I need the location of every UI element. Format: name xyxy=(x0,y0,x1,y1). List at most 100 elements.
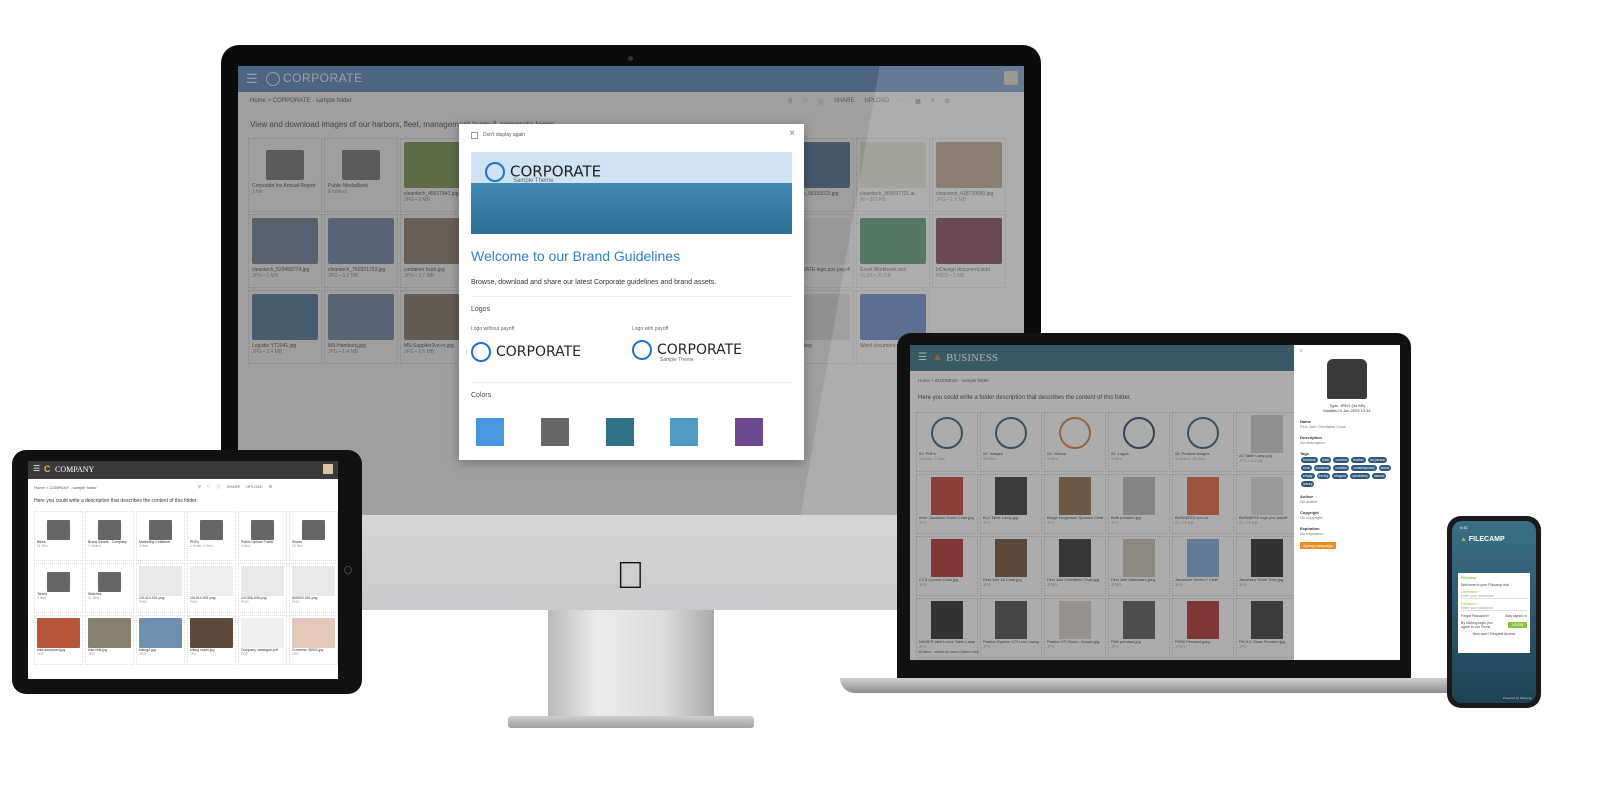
color-swatch[interactable] xyxy=(670,418,698,446)
file-tile[interactable]: Brand Assets - Company 2 folders xyxy=(85,511,134,561)
hamburger-menu-icon[interactable]: ☰ xyxy=(33,464,40,473)
tag-chip[interactable]: luxury xyxy=(1301,481,1315,487)
tag-chip[interactable]: no person xyxy=(1367,457,1388,463)
file-tile[interactable]: Marketing Collateral 3 files xyxy=(136,511,185,561)
file-preview[interactable] xyxy=(1327,359,1367,399)
heart-icon[interactable]: ♡ xyxy=(207,484,211,490)
phone-screen: 9:41 ▲ FILECAMP Filecamp Welcome to your… xyxy=(1452,521,1536,703)
file-meta: JPG xyxy=(292,652,299,656)
avatar[interactable] xyxy=(323,464,333,474)
share-button[interactable]: SHARE xyxy=(227,484,241,490)
breadcrumb[interactable]: Home > COMPANY - sample folder xyxy=(34,485,97,490)
tag-chip[interactable]: comfort xyxy=(1333,457,1350,463)
name-value[interactable]: Finn Juhl Chieftains Chair xyxy=(1300,424,1394,429)
tag-chip[interactable]: armchair xyxy=(1313,465,1332,471)
logo-icon xyxy=(485,162,505,182)
password-input[interactable]: Enter your password xyxy=(1461,606,1527,611)
username-input[interactable]: Enter your username xyxy=(1461,594,1527,599)
color-swatch[interactable] xyxy=(606,418,634,446)
file-meta: 4 files xyxy=(37,596,47,600)
company-logo-icon: C xyxy=(44,464,51,474)
stay-signed-in-checkbox[interactable]: Stay signed in xyxy=(1505,614,1527,618)
color-swatch[interactable] xyxy=(541,418,569,446)
tag-chip[interactable]: cushion xyxy=(1333,465,1350,471)
file-tile[interactable]: 101306-006.png PNG xyxy=(238,563,287,613)
welcome-text: Welcome to your Filecamp trial xyxy=(1461,583,1509,587)
settings-icon[interactable]: ⚙ xyxy=(269,484,273,490)
file-meta: 11 files xyxy=(88,596,99,600)
file-tile[interactable]: 101910-001.png PNG xyxy=(187,563,236,613)
file-thumbnail xyxy=(88,618,131,648)
logo-with-payoff-label: Logo with payoff xyxy=(632,326,669,332)
file-details-panel: × Type: JPEG (34 KB) Modified 5 Jun 2023… xyxy=(1294,345,1400,660)
logo-without-payoff[interactable]: CORPORATE xyxy=(471,342,581,362)
dont-display-label: Don't display again xyxy=(483,132,526,138)
file-tile[interactable]: biking2.jpg JPG xyxy=(136,615,185,665)
file-tile[interactable]: Tshirts 4 files xyxy=(34,563,83,613)
tag-chip[interactable]: contemporary xyxy=(1351,465,1377,471)
tag-chip[interactable]: upholstery xyxy=(1349,473,1370,479)
tag-chip[interactable]: furniture xyxy=(1301,457,1318,463)
tag-chip[interactable]: leather xyxy=(1351,457,1366,463)
tag-chip[interactable]: seat xyxy=(1301,465,1312,471)
search-icon[interactable]: ⚲ xyxy=(198,484,201,490)
file-tile[interactable]: Company catalogue.pdf PDF xyxy=(238,615,287,665)
file-tile[interactable]: bike hills.jpg JPG xyxy=(85,615,134,665)
author-value[interactable]: No author xyxy=(1300,499,1394,504)
info-icon[interactable]: ⓘ xyxy=(217,484,221,490)
banner-image: CORPORATE Sample Theme xyxy=(471,152,792,234)
tag-chip[interactable]: elegant xyxy=(1332,473,1348,479)
tag-chip[interactable]: empty xyxy=(1301,473,1315,479)
imac-foot xyxy=(508,716,754,728)
tag-chip[interactable]: chair xyxy=(1319,457,1332,463)
file-modified: Modified 5 Jun 2023 13:34 xyxy=(1323,408,1371,413)
file-thumbnail xyxy=(292,566,335,596)
file-tile[interactable]: PDFs 1 folder, 2 files xyxy=(187,511,236,561)
upload-button[interactable]: UPLOAD xyxy=(246,484,262,490)
file-tile[interactable]: bike advanced.jpg JPG xyxy=(34,615,83,665)
logo-icon xyxy=(471,342,491,362)
laptop-base xyxy=(840,678,1462,693)
file-tile[interactable]: Bikes 11 files xyxy=(34,511,83,561)
file-meta: JPG xyxy=(88,652,95,656)
panel-overlay[interactable] xyxy=(910,345,1294,660)
dont-display-checkbox[interactable] xyxy=(471,132,478,139)
color-swatch[interactable] xyxy=(476,418,504,446)
expiration-value[interactable]: No expiration xyxy=(1300,531,1394,536)
file-tile[interactable]: Public Upload Folder 4 files xyxy=(238,511,287,561)
file-tile[interactable]: biking roads.jpg JPG xyxy=(187,615,236,665)
file-grid: Bikes 11 files Brand Assets - Company 2 fol… xyxy=(34,511,338,665)
file-tile[interactable]: Shoes 26 files xyxy=(289,511,338,561)
forgot-password-link[interactable]: Forgot Password? xyxy=(1461,614,1489,618)
file-tile[interactable]: Converse 35002.jpg JPG xyxy=(289,615,338,665)
banner-subtitle: Sample Theme xyxy=(513,178,554,184)
close-icon[interactable]: × xyxy=(789,128,795,139)
file-thumbnail xyxy=(47,520,70,540)
file-tile[interactable]: 606530-001.png PNG xyxy=(289,563,338,613)
modal-title: Welcome to our Brand Guidelines xyxy=(471,248,681,264)
tag-chip[interactable]: trendy xyxy=(1316,473,1331,479)
login-button[interactable]: LOGIN xyxy=(1508,622,1527,628)
file-thumbnail xyxy=(37,618,80,648)
tag-chip[interactable]: classic xyxy=(1371,473,1387,479)
tag-list: furniture chair comfort leather no person sea… xyxy=(1300,456,1394,488)
tag-chip[interactable]: wood xyxy=(1378,465,1392,471)
file-tile[interactable]: Watches 11 files xyxy=(85,563,134,613)
logo-text: CORPORATE xyxy=(496,344,582,360)
colors-heading: Colors xyxy=(471,392,492,399)
file-meta: 4 files xyxy=(241,544,251,548)
close-icon[interactable]: × xyxy=(1299,348,1303,355)
file-tile[interactable]: 101410-001.png PNG xyxy=(136,563,185,613)
file-thumbnail xyxy=(139,566,182,596)
file-thumbnail xyxy=(241,618,284,648)
modal-subtitle: Browse, download and share our latest Co… xyxy=(471,279,717,286)
camera-icon xyxy=(628,56,633,61)
status-time: 9:41 xyxy=(1460,525,1468,530)
request-access-link[interactable]: New user? Request Access xyxy=(1461,632,1527,636)
login-form: Filecamp Welcome to your Filecamp trial … xyxy=(1458,573,1530,653)
description-value[interactable]: No description xyxy=(1300,440,1394,445)
color-swatch[interactable] xyxy=(735,418,763,446)
copyright-value[interactable]: No copyright xyxy=(1300,515,1394,520)
login-title: Filecamp xyxy=(1461,576,1477,580)
campaign-badge[interactable]: Spring campaign xyxy=(1300,542,1337,549)
